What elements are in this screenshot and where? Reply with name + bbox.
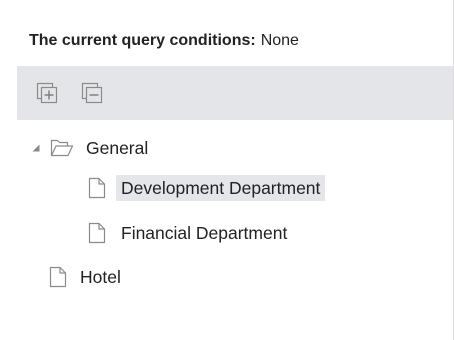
- tree-node-label: Development Department: [116, 175, 326, 201]
- expanded-triangle-icon[interactable]: [31, 143, 41, 153]
- document-icon: [49, 266, 67, 288]
- document-icon: [88, 177, 106, 199]
- query-conditions-bar: The current query conditions: None: [0, 0, 453, 66]
- query-conditions-value: None: [260, 32, 299, 49]
- tree-node-hotel[interactable]: Hotel: [49, 262, 126, 292]
- department-tree: General Development Department Financial…: [0, 120, 453, 340]
- organization-tree-panel: The current query conditions: None Gener…: [0, 0, 454, 340]
- expand-all-icon: [36, 82, 58, 104]
- tree-toolbar: [17, 66, 453, 120]
- expand-all-button[interactable]: [36, 82, 58, 104]
- tree-node-financial-department[interactable]: Financial Department: [88, 218, 292, 248]
- tree-node-label: General: [86, 138, 149, 158]
- tree-node-label: Hotel: [80, 267, 121, 287]
- document-icon: [88, 222, 106, 244]
- tree-node-development-department[interactable]: Development Department: [88, 173, 326, 203]
- collapse-all-button[interactable]: [81, 82, 103, 104]
- folder-open-icon: [50, 137, 74, 159]
- tree-node-general[interactable]: General: [31, 133, 153, 163]
- query-conditions-label: The current query conditions:: [29, 32, 256, 49]
- tree-node-label: Financial Department: [121, 223, 288, 243]
- collapse-all-icon: [81, 82, 103, 104]
